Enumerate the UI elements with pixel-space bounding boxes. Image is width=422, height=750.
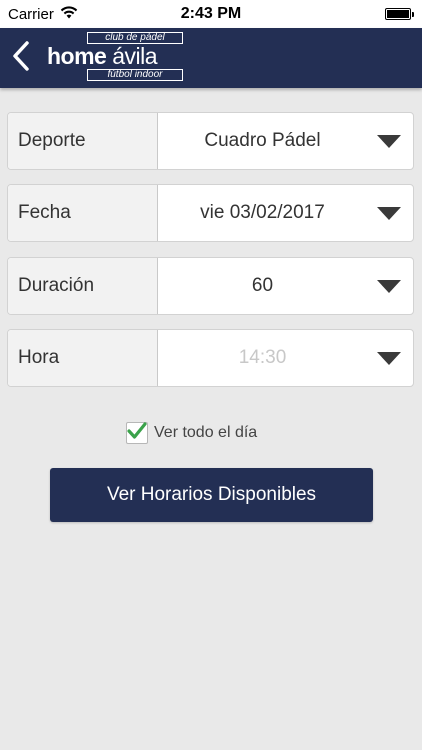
chevron-left-icon (12, 40, 30, 76)
hora-row[interactable]: Hora 14:30 (7, 329, 414, 387)
wifi-icon (60, 5, 78, 23)
battery-icon (385, 8, 414, 20)
carrier-label: Carrier (8, 5, 54, 23)
deporte-row[interactable]: Deporte Cuadro Pádel (7, 112, 414, 170)
duracion-label: Duración (8, 258, 158, 314)
checkbox[interactable] (126, 421, 148, 445)
duracion-value: 60 (251, 275, 274, 296)
duracion-select[interactable]: 60 (158, 258, 413, 314)
fecha-value: vie 03/02/2017 (200, 202, 325, 223)
logo-main-text: home ávila (47, 44, 185, 68)
ver-horarios-label: Ver Horarios Disponibles (106, 484, 317, 505)
club-logo: club de pádel home ávila fútbol indoor (47, 32, 185, 82)
dropdown-arrow-icon (377, 280, 401, 293)
logo-bottom-text: fútbol indoor (87, 69, 183, 81)
status-left: Carrier (8, 6, 78, 23)
hora-value: 14:30 (238, 347, 287, 368)
fecha-select[interactable]: vie 03/02/2017 (158, 185, 413, 241)
back-button[interactable] (8, 40, 34, 76)
checkbox-label: Ver todo el día (154, 424, 258, 441)
hora-select[interactable]: 14:30 (158, 330, 413, 386)
ver-todo-el-dia-toggle[interactable]: Ver todo el día (126, 420, 257, 446)
duracion-row[interactable]: Duración 60 (7, 257, 414, 315)
logo-word-home: home (47, 43, 107, 69)
status-bar: Carrier 2:43 PM (0, 0, 422, 28)
checkmark-icon (127, 421, 147, 445)
logo-word-avila: ávila (112, 43, 158, 69)
hora-label: Hora (8, 330, 158, 386)
dropdown-arrow-icon (377, 135, 401, 148)
dropdown-arrow-icon (377, 352, 401, 365)
dropdown-arrow-icon (377, 207, 401, 220)
ver-horarios-button[interactable]: Ver Horarios Disponibles (50, 468, 373, 522)
deporte-label: Deporte (8, 113, 158, 169)
fecha-label: Fecha (8, 185, 158, 241)
deporte-value: Cuadro Pádel (204, 130, 321, 151)
fecha-row[interactable]: Fecha vie 03/02/2017 (7, 184, 414, 242)
nav-bar: club de pádel home ávila fútbol indoor (0, 28, 422, 88)
deporte-select[interactable]: Cuadro Pádel (158, 113, 413, 169)
